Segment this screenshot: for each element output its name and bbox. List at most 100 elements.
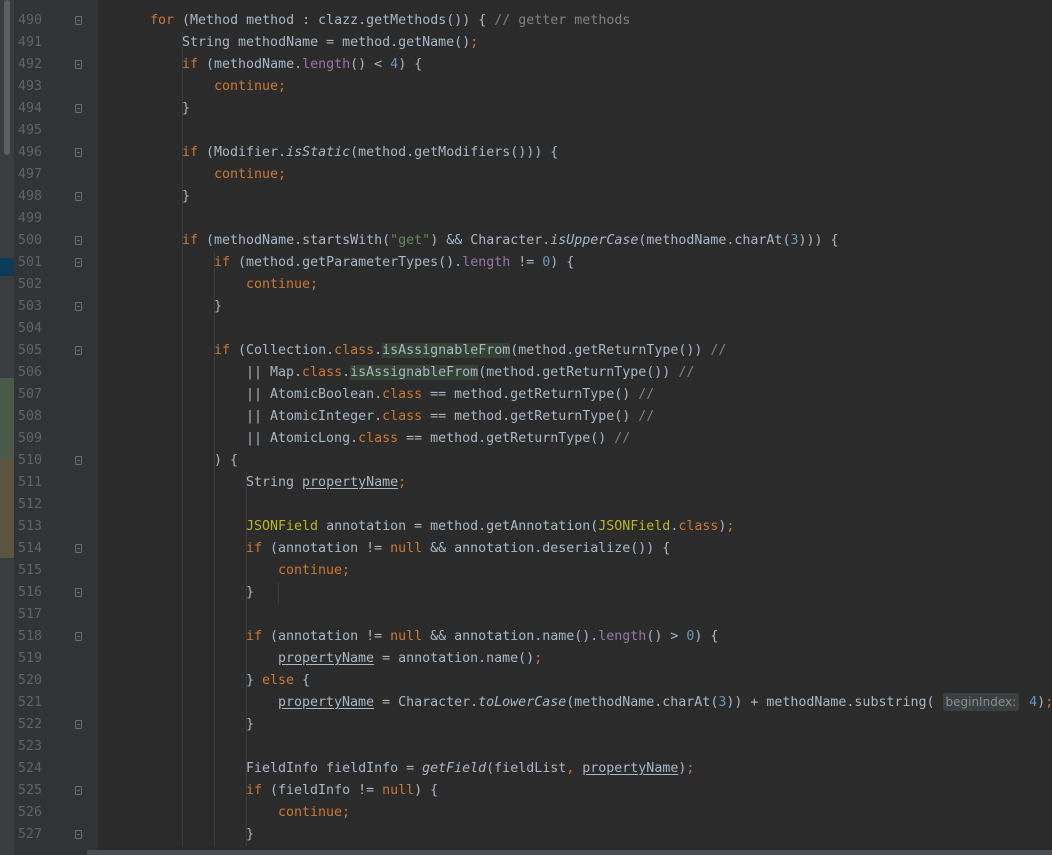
- code-text: if (Collection.class.isAssignableFrom(me…: [214, 343, 727, 358]
- code-text: || AtomicInteger.class == method.getRetu…: [246, 409, 655, 424]
- line-number: 512: [17, 497, 42, 512]
- line-number: 496: [17, 145, 42, 160]
- code-text: if (methodName.startsWith("get") && Char…: [182, 233, 839, 248]
- code-line[interactable]: 500 if (methodName.startsWith("get") && C…: [0, 230, 1052, 252]
- code-text: if (annotation != null && annotation.des…: [246, 541, 671, 556]
- line-number: 513: [17, 519, 42, 534]
- code-text: || Map.class.isAssignableFrom(method.get…: [246, 365, 695, 380]
- fold-toggle-icon[interactable]: [75, 720, 82, 729]
- code-line[interactable]: 494}: [0, 98, 1052, 120]
- code-line[interactable]: 493 continue;: [0, 76, 1052, 98]
- fold-toggle-icon[interactable]: [75, 258, 82, 267]
- code-line[interactable]: 524 FieldInfo fieldInfo = getField(fieldL…: [0, 758, 1052, 780]
- fold-toggle-icon[interactable]: [75, 148, 82, 157]
- code-line[interactable]: 499: [0, 208, 1052, 230]
- line-number: 506: [17, 365, 42, 380]
- fold-toggle-icon[interactable]: [75, 588, 82, 597]
- code-line[interactable]: 512: [0, 494, 1052, 516]
- code-text: if (fieldInfo != null) {: [246, 783, 439, 798]
- line-number: 521: [17, 695, 42, 710]
- code-text: }: [182, 101, 191, 116]
- fold-toggle-icon[interactable]: [75, 60, 82, 69]
- code-line[interactable]: 504: [0, 318, 1052, 340]
- code-line[interactable]: 520} else {: [0, 670, 1052, 692]
- code-line[interactable]: 519 propertyName = annotation.name();: [0, 648, 1052, 670]
- line-number: 524: [17, 761, 42, 776]
- fold-toggle-icon[interactable]: [75, 302, 82, 311]
- code-editor[interactable]: 490 for (Method method : clazz.getMethods…: [0, 0, 1052, 855]
- code-line[interactable]: 502 continue;: [0, 274, 1052, 296]
- code-line[interactable]: 509 || AtomicLong.class == method.getRetu…: [0, 428, 1052, 450]
- code-text: continue;: [278, 563, 351, 578]
- code-line[interactable]: 511 String propertyName;: [0, 472, 1052, 494]
- code-line[interactable]: 498}: [0, 186, 1052, 208]
- code-text: propertyName = Character.toLowerCase(met…: [278, 693, 1052, 711]
- code-line[interactable]: 505 if (Collection.class.isAssignableFrom…: [0, 340, 1052, 362]
- line-number: 494: [17, 101, 42, 116]
- fold-toggle-icon[interactable]: [75, 192, 82, 201]
- fold-toggle-icon[interactable]: [75, 456, 82, 465]
- code-line[interactable]: 510 ) {: [0, 450, 1052, 472]
- line-number: 527: [17, 827, 42, 842]
- code-line[interactable]: 506 || Map.class.isAssignableFrom(method.…: [0, 362, 1052, 384]
- line-number: 510: [17, 453, 42, 468]
- fold-toggle-icon[interactable]: [75, 104, 82, 113]
- fold-toggle-icon[interactable]: [75, 236, 82, 245]
- code-line[interactable]: 490 for (Method method : clazz.getMethods…: [0, 10, 1052, 32]
- code-text: for (Method method : clazz.getMethods())…: [150, 13, 631, 28]
- code-line[interactable]: 525 if (fieldInfo != null) {: [0, 780, 1052, 802]
- horizontal-scrollbar[interactable]: [87, 850, 1052, 855]
- line-number: 504: [17, 321, 42, 336]
- code-text: } else {: [246, 673, 311, 688]
- line-number: 507: [17, 387, 42, 402]
- line-number: 505: [17, 343, 42, 358]
- code-text: propertyName = annotation.name();: [278, 651, 543, 666]
- code-line[interactable]: 517: [0, 604, 1052, 626]
- line-number: 502: [17, 277, 42, 292]
- line-number: 511: [17, 475, 42, 490]
- code-line[interactable]: 507 || AtomicBoolean.class == method.getR…: [0, 384, 1052, 406]
- code-line[interactable]: 508 || AtomicInteger.class == method.getR…: [0, 406, 1052, 428]
- code-line[interactable]: 527}: [0, 824, 1052, 846]
- line-number: 526: [17, 805, 42, 820]
- line-number: 491: [17, 35, 42, 50]
- code-line[interactable]: 496 if (Modifier.isStatic(method.getModif…: [0, 142, 1052, 164]
- code-text: FieldInfo fieldInfo = getField(fieldList…: [246, 761, 695, 776]
- code-text: }: [246, 827, 255, 842]
- line-number: 498: [17, 189, 42, 204]
- line-number: 493: [17, 79, 42, 94]
- fold-toggle-icon[interactable]: [75, 632, 82, 641]
- code-line[interactable]: 513 JSONField annotation = method.getAnno…: [0, 516, 1052, 538]
- line-number: 501: [17, 255, 42, 270]
- code-line[interactable]: 516}: [0, 582, 1052, 604]
- code-text: }: [214, 299, 223, 314]
- code-text: }: [246, 717, 255, 732]
- code-text: if (Modifier.isStatic(method.getModifier…: [182, 145, 559, 160]
- fold-toggle-icon[interactable]: [75, 16, 82, 25]
- code-line[interactable]: 518 if (annotation != null && annotation.…: [0, 626, 1052, 648]
- fold-toggle-icon[interactable]: [75, 830, 82, 839]
- code-line[interactable]: 492 if (methodName.length() < 4) {: [0, 54, 1052, 76]
- code-line[interactable]: 497 continue;: [0, 164, 1052, 186]
- line-number: 515: [17, 563, 42, 578]
- code-line[interactable]: 514 if (annotation != null && annotation.…: [0, 538, 1052, 560]
- line-number: 495: [17, 123, 42, 138]
- code-line[interactable]: 491 String methodName = method.getName();: [0, 32, 1052, 54]
- code-text: ) {: [214, 453, 239, 468]
- code-line[interactable]: 526 continue;: [0, 802, 1052, 824]
- code-line[interactable]: 515 continue;: [0, 560, 1052, 582]
- line-number: 508: [17, 409, 42, 424]
- code-text: || AtomicBoolean.class == method.getRetu…: [246, 387, 655, 402]
- code-line[interactable]: 521 propertyName = Character.toLowerCase(…: [0, 692, 1052, 714]
- code-text: JSONField annotation = method.getAnnotat…: [246, 519, 735, 534]
- fold-toggle-icon[interactable]: [75, 544, 82, 553]
- fold-toggle-icon[interactable]: [75, 346, 82, 355]
- code-line[interactable]: 501 if (method.getParameterTypes().length…: [0, 252, 1052, 274]
- code-line[interactable]: 522}: [0, 714, 1052, 736]
- code-line[interactable]: 523: [0, 736, 1052, 758]
- line-number: 516: [17, 585, 42, 600]
- code-line[interactable]: 495: [0, 120, 1052, 142]
- code-line[interactable]: 503}: [0, 296, 1052, 318]
- line-number: 499: [17, 211, 42, 226]
- fold-toggle-icon[interactable]: [75, 786, 82, 795]
